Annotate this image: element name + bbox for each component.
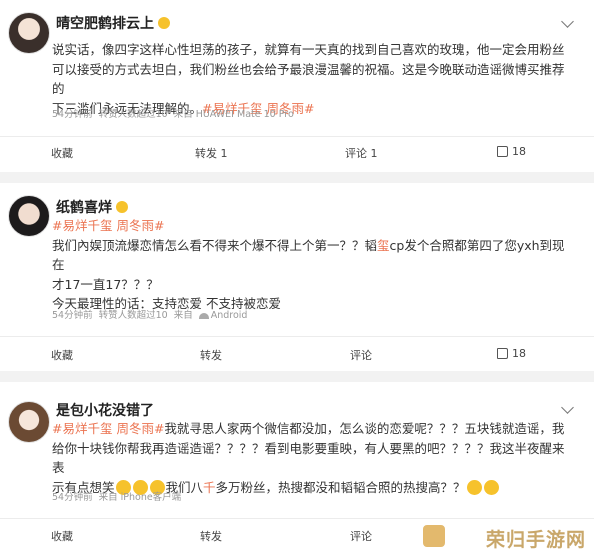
username[interactable]: 是包小花没错了 — [56, 400, 154, 420]
like-button[interactable]: 18 — [497, 347, 526, 360]
watermark-logo-icon — [422, 524, 446, 548]
collect-button[interactable]: 收藏 — [51, 347, 73, 363]
comment-button[interactable]: 评论 1 — [345, 145, 378, 161]
post-text-line: 说实话，像四字这样心性坦荡的孩子，就算有一天真的找到自己喜欢的玫瑰，他一定会用粉… — [52, 42, 565, 57]
avatar[interactable] — [8, 12, 50, 54]
android-icon — [198, 312, 209, 319]
weibo-post: 纸鹤喜烊 #易烊千玺 周冬雨# 我们內娱顶流爆恋情怎么看不得来个爆不得上个第一？… — [0, 183, 594, 371]
username[interactable]: 晴空肥鹤排云上 — [56, 13, 170, 33]
post-actions: 收藏 转发 评论 18 — [0, 347, 594, 371]
chevron-down-icon[interactable] — [561, 15, 574, 28]
chevron-down-icon[interactable] — [561, 401, 574, 414]
emoji-badge-icon — [116, 201, 128, 213]
post-text-line: 才17一直17？？？ — [52, 276, 159, 292]
weibo-post: 晴空肥鹤排云上 说实话，像四字这样心性坦荡的孩子，就算有一天真的找到自己喜欢的玫… — [0, 0, 594, 172]
comment-button[interactable]: 评论 — [350, 347, 372, 363]
post-text: #易烊千玺 周冬雨#我就寻思人家两个微信都没加，怎么谈的恋爱呢？？？五块钱就造谣… — [52, 419, 572, 497]
divider — [0, 336, 594, 337]
like-button[interactable]: 18 — [497, 145, 526, 158]
comment-button[interactable]: 评论 — [350, 528, 372, 544]
emoji-badge-icon — [158, 17, 170, 29]
collect-button[interactable]: 收藏 — [51, 145, 73, 161]
topic-link[interactable]: #易烊千玺 周冬雨# — [52, 216, 572, 236]
thumbs-up-icon — [497, 347, 508, 359]
cry-laugh-emoji-icon — [466, 479, 482, 495]
divider — [0, 518, 594, 519]
post-text: #易烊千玺 周冬雨# 我们內娱顶流爆恋情怎么看不得来个爆不得上个第一？？韬玺cp… — [52, 216, 572, 314]
avatar[interactable] — [8, 195, 50, 237]
collect-button[interactable]: 收藏 — [51, 528, 73, 544]
post-text-line: #易烊千玺 周冬雨#我就寻思人家两个微信都没加，怎么谈的恋爱呢？？？五块钱就造谣… — [52, 421, 565, 436]
cry-laugh-emoji-icon — [483, 479, 499, 495]
watermark: 荣归手游网 — [485, 529, 586, 551]
post-meta: 54分钟前 转赞人数超过10 来自 HUAWEI Mate 10 Pro — [52, 109, 294, 120]
repost-button[interactable]: 转发 — [200, 347, 222, 363]
repost-button[interactable]: 转发 1 — [195, 145, 228, 161]
post-text-line: 可以接受的方式去坦白，我们粉丝也会给予最浪漫温馨的祝福。这是今晚联动造谣微博买推… — [52, 61, 565, 97]
post-meta: 54分钟前 转赞人数超过10 来自 Android — [52, 310, 248, 321]
divider — [0, 136, 594, 137]
post-meta: 54分钟前 来自 iPhone客户端 — [52, 492, 182, 503]
thumbs-up-icon — [497, 145, 508, 157]
topic-link[interactable]: #易烊千玺 周冬雨# — [52, 421, 164, 436]
post-text-line: 我们內娱顶流爆恋情怎么看不得来个爆不得上个第一？？韬玺cp发个合照都第四了您yx… — [52, 237, 565, 273]
username[interactable]: 纸鹤喜烊 — [56, 197, 128, 217]
avatar[interactable] — [8, 401, 50, 443]
post-actions: 收藏 转发 1 评论 1 18 — [0, 145, 594, 169]
repost-button[interactable]: 转发 — [200, 528, 222, 544]
post-text-line: 给你十块钱你帮我再造谣造谣？？？？看到电影要重映，有人要黑的吧？？？？我这半夜醒… — [52, 440, 565, 476]
